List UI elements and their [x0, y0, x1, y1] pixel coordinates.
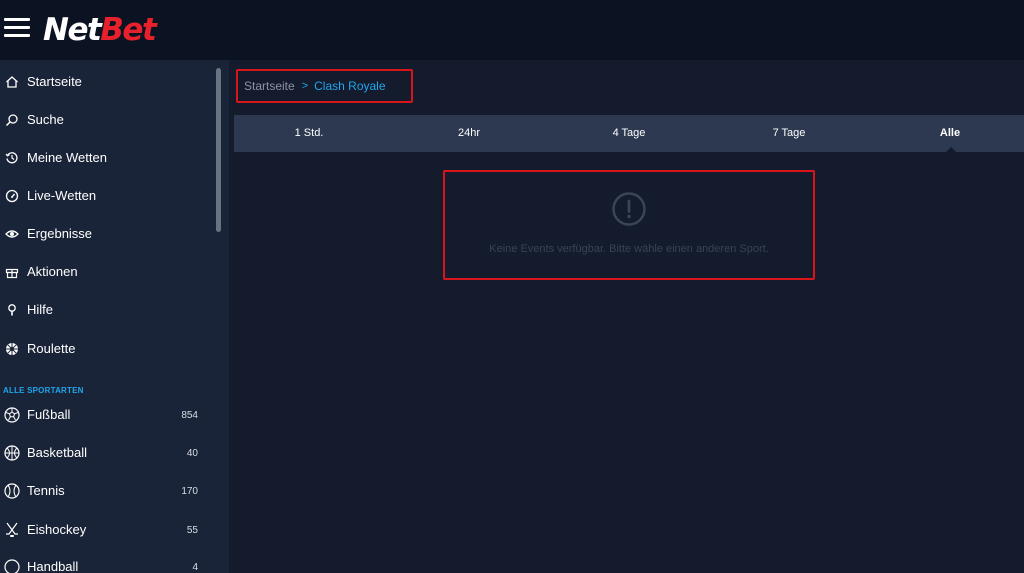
- hamburger-menu-icon[interactable]: [4, 17, 30, 39]
- top-bar: NetBet: [0, 0, 1024, 60]
- sidebar: Startseite Suche Meine Wetten Live-Wette…: [0, 60, 229, 573]
- sport-label: Handball: [27, 559, 79, 573]
- breadcrumb-separator: >: [301, 80, 309, 92]
- main-content: Startseite > Clash Royale 1 Std. 24hr 4 …: [229, 60, 1024, 573]
- handball-icon: [4, 559, 20, 573]
- sidebar-item-aktionen[interactable]: Aktionen: [0, 258, 210, 286]
- sidebar-item-suche[interactable]: Suche: [0, 106, 210, 134]
- breadcrumb-current[interactable]: Clash Royale: [314, 79, 385, 93]
- netbet-logo[interactable]: NetBet: [43, 10, 157, 50]
- sport-count: 854: [181, 410, 198, 421]
- sidebar-sport-fussball[interactable]: Fußball 854: [0, 401, 210, 429]
- exclamation-circle-icon: [612, 192, 646, 226]
- tab-1-std[interactable]: 1 Std.: [249, 115, 369, 152]
- sidebar-item-live-wetten[interactable]: Live-Wetten: [0, 182, 210, 210]
- sport-count: 40: [186, 448, 198, 459]
- breadcrumb-home-link[interactable]: Startseite: [244, 79, 295, 93]
- sport-count: 170: [181, 486, 198, 497]
- sidebar-sport-handball[interactable]: Handball 4: [0, 553, 210, 573]
- sidebar-sport-eishockey[interactable]: Eishockey 55: [0, 516, 210, 544]
- history-icon: [4, 150, 20, 166]
- sidebar-item-label: Roulette: [27, 341, 76, 356]
- sidebar-sport-tennis[interactable]: Tennis 170: [0, 477, 210, 505]
- sport-label: Eishockey: [27, 522, 87, 537]
- sidebar-sport-basketball[interactable]: Basketball 40: [0, 439, 210, 467]
- basketball-icon: [4, 445, 20, 461]
- sidebar-item-ergebnisse[interactable]: Ergebnisse: [0, 220, 210, 248]
- home-icon: [4, 74, 20, 90]
- sport-label: Fußball: [27, 407, 71, 422]
- tab-7-tage[interactable]: 7 Tage: [729, 115, 849, 152]
- sports-section-heading: ALLE SPORTARTEN: [3, 386, 84, 395]
- breadcrumb: Startseite > Clash Royale: [244, 79, 386, 93]
- sidebar-item-label: Live-Wetten: [27, 188, 97, 203]
- sidebar-item-label: Aktionen: [27, 264, 78, 279]
- sidebar-item-startseite[interactable]: Startseite: [0, 68, 210, 96]
- sport-count: 55: [186, 525, 198, 536]
- speedometer-icon: [4, 188, 20, 204]
- sidebar-item-hilfe[interactable]: Hilfe: [0, 296, 210, 324]
- sidebar-item-label: Startseite: [27, 74, 82, 89]
- tennis-icon: [4, 483, 20, 499]
- sidebar-scrollbar[interactable]: [216, 68, 221, 232]
- hockey-icon: [4, 522, 20, 538]
- empty-state-message: Keine Events verfügbar. Bitte wähle eine…: [489, 243, 769, 255]
- sidebar-item-label: Meine Wetten: [27, 150, 107, 165]
- search-icon: [4, 112, 20, 128]
- sidebar-item-label: Hilfe: [27, 302, 54, 317]
- empty-state: Keine Events verfügbar. Bitte wähle eine…: [443, 170, 815, 280]
- tab-4-tage[interactable]: 4 Tage: [569, 115, 689, 152]
- sidebar-item-label: Ergebnisse: [27, 226, 93, 241]
- sport-label: Tennis: [27, 483, 65, 498]
- sport-label: Basketball: [27, 445, 87, 460]
- sidebar-item-label: Suche: [27, 112, 64, 127]
- football-icon: [4, 407, 20, 423]
- roulette-icon: [4, 341, 20, 357]
- sidebar-item-meine-wetten[interactable]: Meine Wetten: [0, 144, 210, 172]
- tab-24hr[interactable]: 24hr: [409, 115, 529, 152]
- eye-icon: [4, 226, 20, 242]
- time-filter-tabs: 1 Std. 24hr 4 Tage 7 Tage Alle: [234, 115, 1024, 152]
- sidebar-item-roulette[interactable]: Roulette: [0, 335, 210, 363]
- gift-icon: [4, 264, 20, 280]
- lightbulb-icon: [4, 302, 20, 318]
- active-tab-indicator: [946, 147, 956, 152]
- sport-count: 4: [192, 562, 198, 573]
